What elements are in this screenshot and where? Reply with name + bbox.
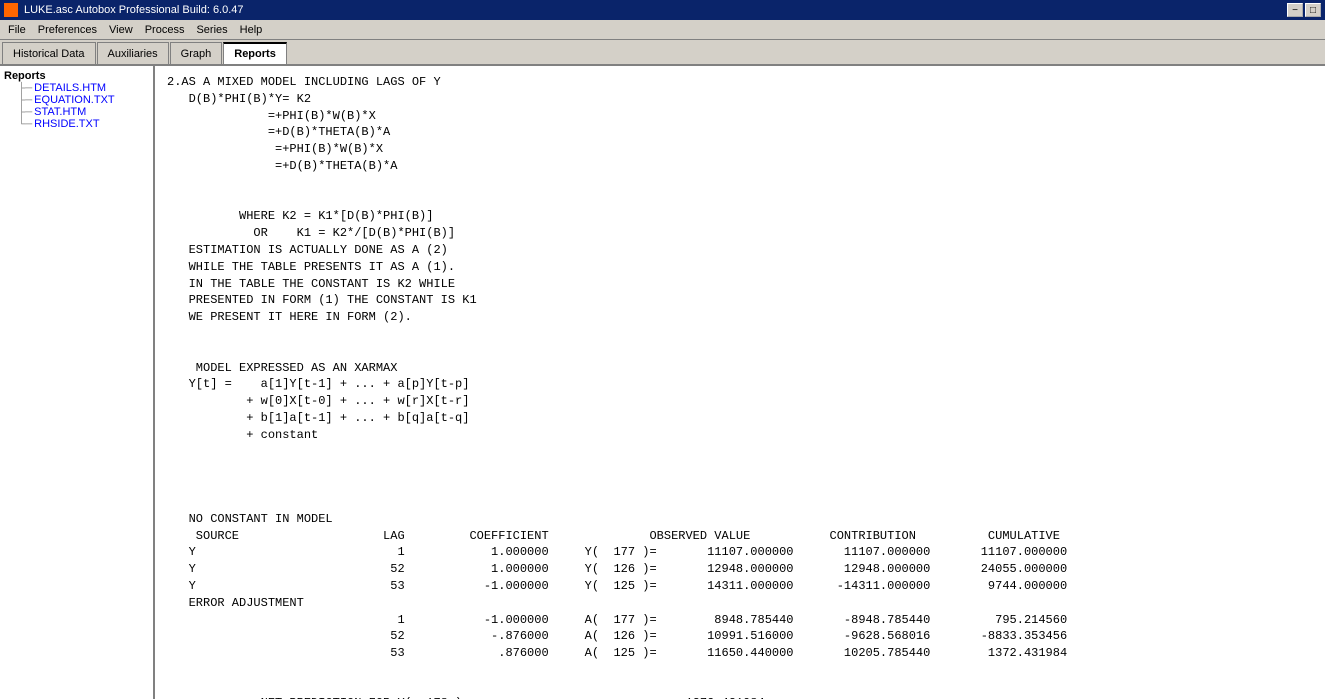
- sidebar-item-label: RHSIDE.TXT: [34, 118, 99, 130]
- menu-series[interactable]: Series: [190, 20, 233, 39]
- titlebar: LUKE.asc Autobox Professional Build: 6.0…: [0, 0, 1325, 20]
- main-layout: Reports ├─ DETAILS.HTM ├─ EQUATION.TXT ├…: [0, 66, 1325, 699]
- report-content: 2.AS A MIXED MODEL INCLUDING LAGS OF Y D…: [155, 66, 1325, 699]
- tab-graph[interactable]: Graph: [170, 42, 223, 64]
- app-icon: [4, 3, 18, 17]
- menu-file[interactable]: File: [2, 20, 32, 39]
- tree-line-icon: └─: [18, 119, 32, 130]
- sidebar-root-label: Reports: [0, 70, 153, 82]
- maximize-button[interactable]: □: [1305, 3, 1321, 17]
- tree-line-icon: ├─: [18, 107, 32, 118]
- minimize-button[interactable]: −: [1287, 3, 1303, 17]
- tab-auxiliaries[interactable]: Auxiliaries: [97, 42, 169, 64]
- sidebar-item-equation[interactable]: ├─ EQUATION.TXT: [0, 94, 153, 106]
- menubar: File Preferences View Process Series Hel…: [0, 20, 1325, 40]
- tab-reports[interactable]: Reports: [223, 42, 287, 64]
- sidebar-item-details[interactable]: ├─ DETAILS.HTM: [0, 82, 153, 94]
- sidebar-item-label: EQUATION.TXT: [34, 94, 114, 106]
- menu-process[interactable]: Process: [139, 20, 191, 39]
- tree-line-icon: ├─: [18, 95, 32, 106]
- titlebar-title: LUKE.asc Autobox Professional Build: 6.0…: [24, 4, 244, 16]
- sidebar-item-stat[interactable]: ├─ STAT.HTM: [0, 106, 153, 118]
- tab-historical-data[interactable]: Historical Data: [2, 42, 96, 64]
- sidebar-item-label: STAT.HTM: [34, 106, 86, 118]
- titlebar-left: LUKE.asc Autobox Professional Build: 6.0…: [4, 3, 244, 17]
- sidebar: Reports ├─ DETAILS.HTM ├─ EQUATION.TXT ├…: [0, 66, 155, 699]
- menu-help[interactable]: Help: [234, 20, 269, 39]
- sidebar-item-rhside[interactable]: └─ RHSIDE.TXT: [0, 118, 153, 130]
- menu-preferences[interactable]: Preferences: [32, 20, 103, 39]
- tree-line-icon: ├─: [18, 83, 32, 94]
- sidebar-item-label: DETAILS.HTM: [34, 82, 106, 94]
- menu-view[interactable]: View: [103, 20, 139, 39]
- titlebar-controls[interactable]: − □: [1287, 3, 1321, 17]
- tabbar: Historical Data Auxiliaries Graph Report…: [0, 40, 1325, 66]
